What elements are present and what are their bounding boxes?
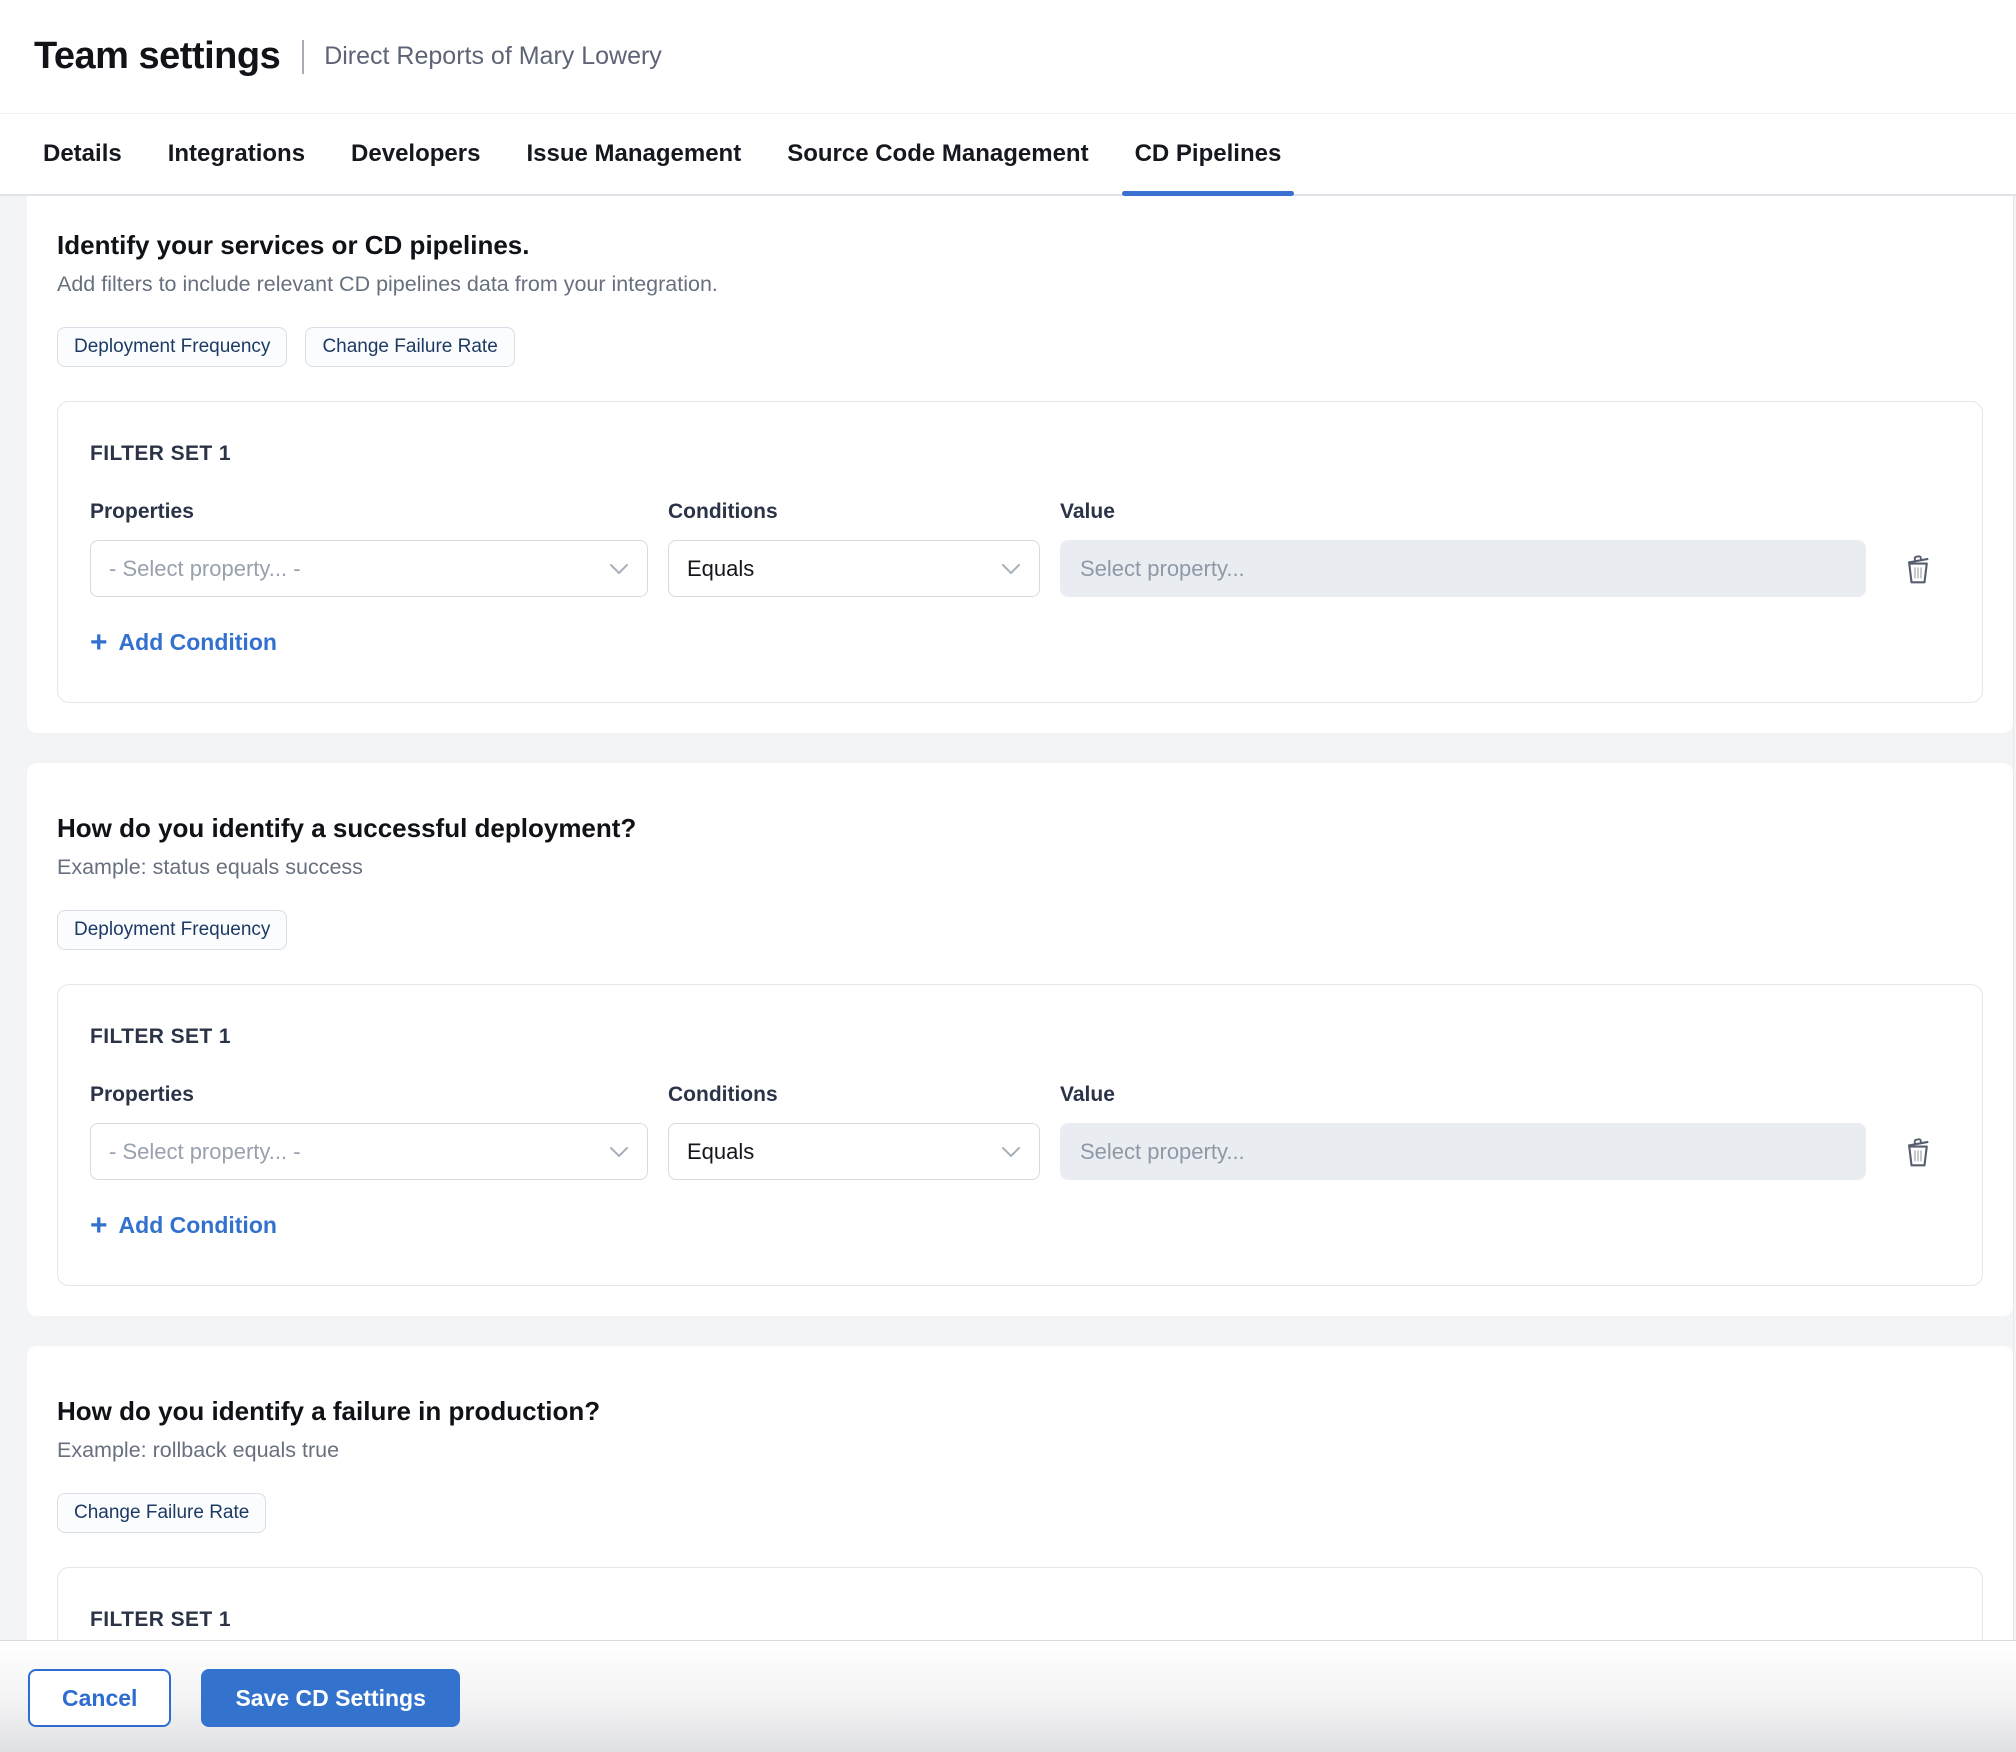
tab-label: Issue Management: [526, 140, 741, 168]
chevron-down-icon: [609, 1146, 629, 1158]
page-subtitle: Direct Reports of Mary Lowery: [324, 42, 662, 71]
tab-integrations[interactable]: Integrations: [155, 114, 318, 194]
active-tab-underline: [1122, 191, 1295, 196]
delete-condition-button[interactable]: [1899, 548, 1937, 589]
section-heading: Identify your services or CD pipelines.: [57, 230, 1983, 261]
section-description: Example: rollback equals true: [57, 1438, 1983, 1463]
trash-icon: [1903, 552, 1933, 585]
tab-cd-pipelines[interactable]: CD Pipelines: [1122, 114, 1295, 194]
add-condition-label: Add Condition: [119, 629, 277, 656]
properties-label: Properties: [90, 1083, 648, 1107]
condition-select[interactable]: Equals: [668, 540, 1040, 597]
chevron-down-icon: [1001, 563, 1021, 575]
tab-list: Details Integrations Developers Issue Ma…: [0, 114, 2016, 194]
filter-set-card: FILTER SET 1 Properties Conditions Value…: [57, 401, 1983, 703]
cancel-button[interactable]: Cancel: [28, 1669, 171, 1727]
tab-issue-management[interactable]: Issue Management: [513, 114, 754, 194]
section-description: Add filters to include relevant CD pipel…: [57, 272, 1983, 297]
metric-badges: Change Failure Rate: [57, 1493, 1983, 1533]
filter-set-title: FILTER SET 1: [90, 442, 1950, 466]
property-select[interactable]: - Select property... -: [90, 540, 648, 597]
main-content: Identify your services or CD pipelines. …: [0, 196, 2016, 1752]
plus-icon: +: [90, 1215, 108, 1237]
settings-tabbar: Details Integrations Developers Issue Ma…: [0, 113, 2016, 196]
conditions-label: Conditions: [668, 500, 1040, 524]
title-divider: [302, 40, 304, 74]
chevron-down-icon: [1001, 1146, 1021, 1158]
value-input[interactable]: [1060, 1123, 1866, 1180]
metric-badge-deployment-frequency[interactable]: Deployment Frequency: [57, 910, 287, 950]
add-condition-button[interactable]: + Add Condition: [90, 1212, 277, 1239]
metric-badge-change-failure-rate[interactable]: Change Failure Rate: [57, 1493, 266, 1533]
footer-actions: Cancel Save CD Settings: [0, 1640, 2016, 1752]
tab-developers[interactable]: Developers: [338, 114, 493, 194]
settings-section: Identify your services or CD pipelines. …: [27, 196, 2013, 733]
filter-condition-row: Properties Conditions Value - Select pro…: [90, 500, 1950, 597]
value-label: Value: [1060, 1083, 1866, 1107]
metric-badge-change-failure-rate[interactable]: Change Failure Rate: [305, 327, 514, 367]
metric-badge-deployment-frequency[interactable]: Deployment Frequency: [57, 327, 287, 367]
condition-select-value: Equals: [687, 556, 754, 582]
filter-set-title: FILTER SET 1: [90, 1608, 1950, 1632]
filter-set-title: FILTER SET 1: [90, 1025, 1950, 1049]
tab-label: Details: [43, 140, 122, 168]
value-input[interactable]: [1060, 540, 1866, 597]
chevron-down-icon: [609, 563, 629, 575]
metric-badges: Deployment Frequency Change Failure Rate: [57, 327, 1983, 367]
property-select-placeholder: - Select property... -: [109, 556, 301, 582]
scrollbar-gutter: [2013, 196, 2014, 1752]
tab-source-code-management[interactable]: Source Code Management: [774, 114, 1101, 194]
condition-select-value: Equals: [687, 1139, 754, 1165]
trash-icon: [1903, 1135, 1933, 1168]
property-select[interactable]: - Select property... -: [90, 1123, 648, 1180]
tab-label: CD Pipelines: [1135, 140, 1282, 168]
filter-set-card: FILTER SET 1 Properties Conditions Value…: [57, 984, 1983, 1286]
team-settings-page: Team settings Direct Reports of Mary Low…: [0, 0, 2016, 1752]
page-header: Team settings Direct Reports of Mary Low…: [0, 0, 2016, 113]
add-condition-label: Add Condition: [119, 1212, 277, 1239]
plus-icon: +: [90, 632, 108, 654]
properties-label: Properties: [90, 500, 648, 524]
section-description: Example: status equals success: [57, 855, 1983, 880]
tab-label: Source Code Management: [787, 140, 1088, 168]
tab-label: Developers: [351, 140, 480, 168]
add-condition-button[interactable]: + Add Condition: [90, 629, 277, 656]
save-cd-settings-button[interactable]: Save CD Settings: [201, 1669, 459, 1727]
section-heading: How do you identify a failure in product…: [57, 1396, 1983, 1427]
tab-details[interactable]: Details: [30, 114, 135, 194]
settings-section: How do you identify a successful deploym…: [27, 763, 2013, 1316]
conditions-label: Conditions: [668, 1083, 1040, 1107]
tab-label: Integrations: [168, 140, 305, 168]
metric-badges: Deployment Frequency: [57, 910, 1983, 950]
filter-condition-row: Properties Conditions Value - Select pro…: [90, 1083, 1950, 1180]
section-heading: How do you identify a successful deploym…: [57, 813, 1983, 844]
page-title: Team settings: [34, 35, 280, 78]
value-label: Value: [1060, 500, 1866, 524]
condition-select[interactable]: Equals: [668, 1123, 1040, 1180]
delete-condition-button[interactable]: [1899, 1131, 1937, 1172]
property-select-placeholder: - Select property... -: [109, 1139, 301, 1165]
